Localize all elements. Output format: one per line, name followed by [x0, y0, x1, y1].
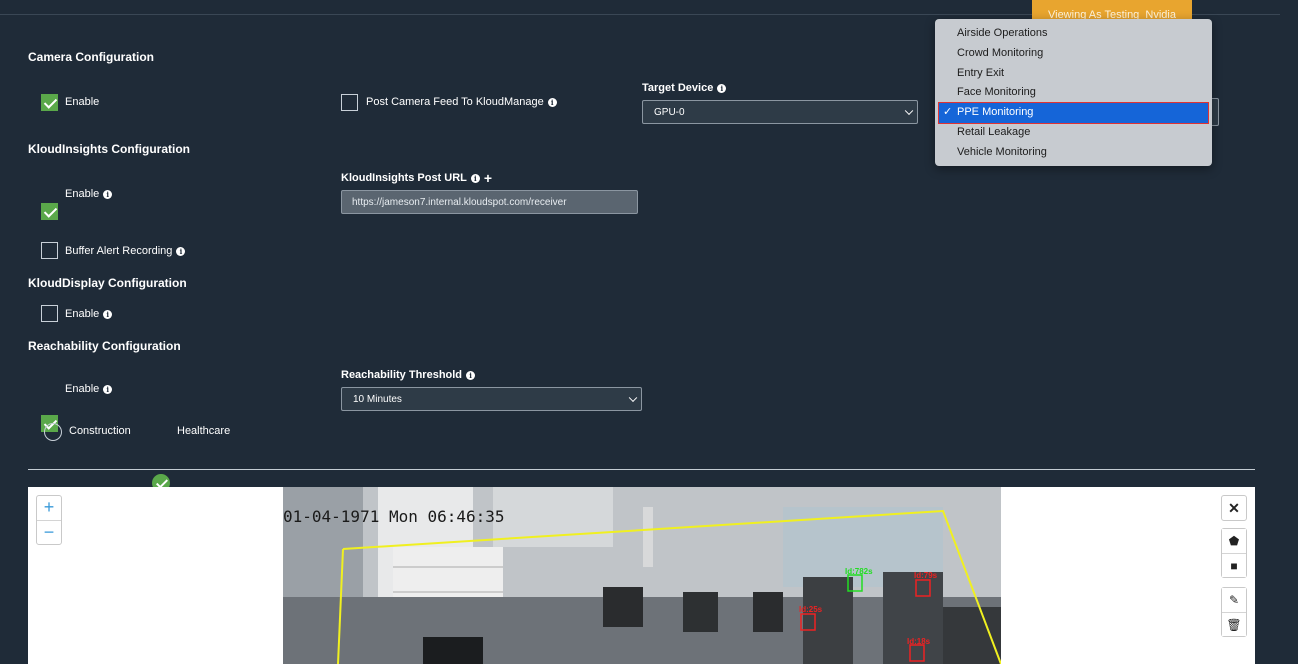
construction-label: Construction: [69, 425, 131, 437]
reachability-enable-label: Enable i: [65, 383, 113, 395]
detection-label: Id:18s: [907, 637, 931, 646]
post-camera-feed-label: Post Camera Feed To KloudManage i: [366, 96, 557, 108]
reachability-threshold-select[interactable]: 10 Minutes: [341, 387, 642, 411]
dropdown-item-ppe-monitoring[interactable]: PPE Monitoring: [938, 102, 1209, 124]
camera-enable-label: Enable: [65, 96, 100, 108]
section-divider: [28, 469, 1255, 470]
info-icon[interactable]: i: [470, 173, 480, 183]
close-icon[interactable]: ✕: [1221, 495, 1247, 521]
dropdown-item-entry-exit[interactable]: Entry Exit: [935, 64, 1212, 84]
target-device-value: GPU-0: [654, 106, 685, 118]
insights-post-url-value: https://jameson7.internal.kloudspot.com/…: [352, 196, 567, 208]
display-enable-label: Enable i: [65, 308, 113, 320]
target-device-select[interactable]: GPU-0: [642, 100, 918, 124]
healthcare-label: Healthcare: [177, 425, 231, 437]
plus-icon[interactable]: +: [484, 171, 492, 185]
use-case-dropdown: Airside Operations Crowd Monitoring Entr…: [935, 19, 1212, 166]
reachability-config-title: Reachability Configuration: [28, 339, 181, 353]
detection-label: Id:782s: [845, 567, 873, 576]
chevron-down-icon: [628, 393, 638, 403]
info-icon[interactable]: i: [103, 309, 113, 319]
camera-config-title: Camera Configuration: [28, 50, 155, 64]
dropdown-item-retail-leakage[interactable]: Retail Leakage: [935, 123, 1212, 143]
camera-feed[interactable]: 01-04-1971 Mon 06:46:35 Id:782s Id:79s I…: [283, 487, 1001, 664]
rectangle-icon[interactable]: ■: [1222, 553, 1246, 577]
insights-enable-label: Enable i: [65, 188, 113, 200]
buffer-alert-checkbox[interactable]: [41, 242, 58, 259]
polygon-icon[interactable]: ⬟: [1222, 529, 1246, 553]
display-config-title: KloudDisplay Configuration: [28, 276, 187, 290]
post-camera-feed-checkbox[interactable]: [341, 94, 358, 111]
display-enable-checkbox[interactable]: [41, 305, 58, 322]
edit-tools: ✎ 🗑: [1221, 587, 1247, 637]
dropdown-item-airside-operations[interactable]: Airside Operations: [935, 24, 1212, 44]
info-icon[interactable]: i: [717, 83, 727, 93]
info-icon[interactable]: i: [103, 384, 113, 394]
info-icon[interactable]: i: [176, 246, 186, 256]
info-icon[interactable]: i: [466, 370, 476, 380]
detection-label: Id:25s: [799, 605, 823, 614]
reachability-threshold-value: 10 Minutes: [353, 393, 402, 405]
info-icon[interactable]: i: [547, 97, 557, 107]
edit-icon[interactable]: ✎: [1222, 588, 1246, 612]
draw-tools: ⬟ ■: [1221, 528, 1247, 578]
dropdown-item-crowd-monitoring[interactable]: Crowd Monitoring: [935, 44, 1212, 64]
construction-radio[interactable]: [44, 423, 62, 441]
insights-config-title: KloudInsights Configuration: [28, 142, 190, 156]
insights-post-url-label: KloudInsights Post URL i +: [341, 170, 493, 186]
buffer-alert-label: Buffer Alert Recording i: [65, 245, 186, 257]
zoom-control: + −: [36, 495, 62, 545]
insights-enable-checkbox[interactable]: [41, 203, 58, 220]
chevron-down-icon: [904, 106, 914, 116]
trash-icon[interactable]: 🗑: [1222, 612, 1246, 636]
dropdown-item-face-monitoring[interactable]: Face Monitoring: [935, 83, 1212, 103]
video-timestamp: 01-04-1971 Mon 06:46:35: [283, 507, 505, 526]
insights-post-url-input[interactable]: https://jameson7.internal.kloudspot.com/…: [341, 190, 638, 214]
zoom-in-button[interactable]: +: [37, 496, 61, 520]
zoom-out-button[interactable]: −: [37, 520, 61, 544]
camera-enable-checkbox[interactable]: [41, 94, 58, 111]
detection-label: Id:79s: [914, 571, 938, 580]
dropdown-item-vehicle-monitoring[interactable]: Vehicle Monitoring: [935, 143, 1212, 163]
info-icon[interactable]: i: [103, 189, 113, 199]
reachability-threshold-label: Reachability Threshold i: [341, 369, 476, 381]
target-device-label: Target Device i: [642, 82, 727, 94]
